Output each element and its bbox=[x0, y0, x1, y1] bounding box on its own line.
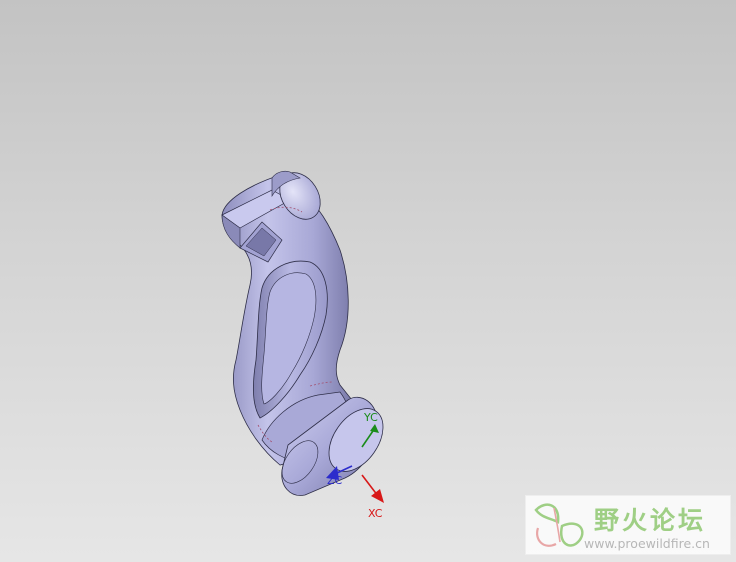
xc-label: XC bbox=[368, 507, 383, 520]
xc-axis-arrowhead bbox=[371, 489, 384, 503]
graphics-viewport[interactable]: YC XC ZC 野火论坛 www.proewildfire.cn bbox=[0, 0, 736, 562]
butterfly-icon bbox=[534, 503, 584, 547]
model-scene: YC XC ZC bbox=[221, 170, 384, 520]
zc-label: ZC bbox=[327, 474, 343, 487]
watermark-title: 野火论坛 bbox=[594, 506, 707, 535]
watermark-box: 野火论坛 www.proewildfire.cn bbox=[525, 495, 731, 555]
watermark-url: www.proewildfire.cn bbox=[584, 536, 710, 551]
yc-label: YC bbox=[363, 411, 378, 424]
